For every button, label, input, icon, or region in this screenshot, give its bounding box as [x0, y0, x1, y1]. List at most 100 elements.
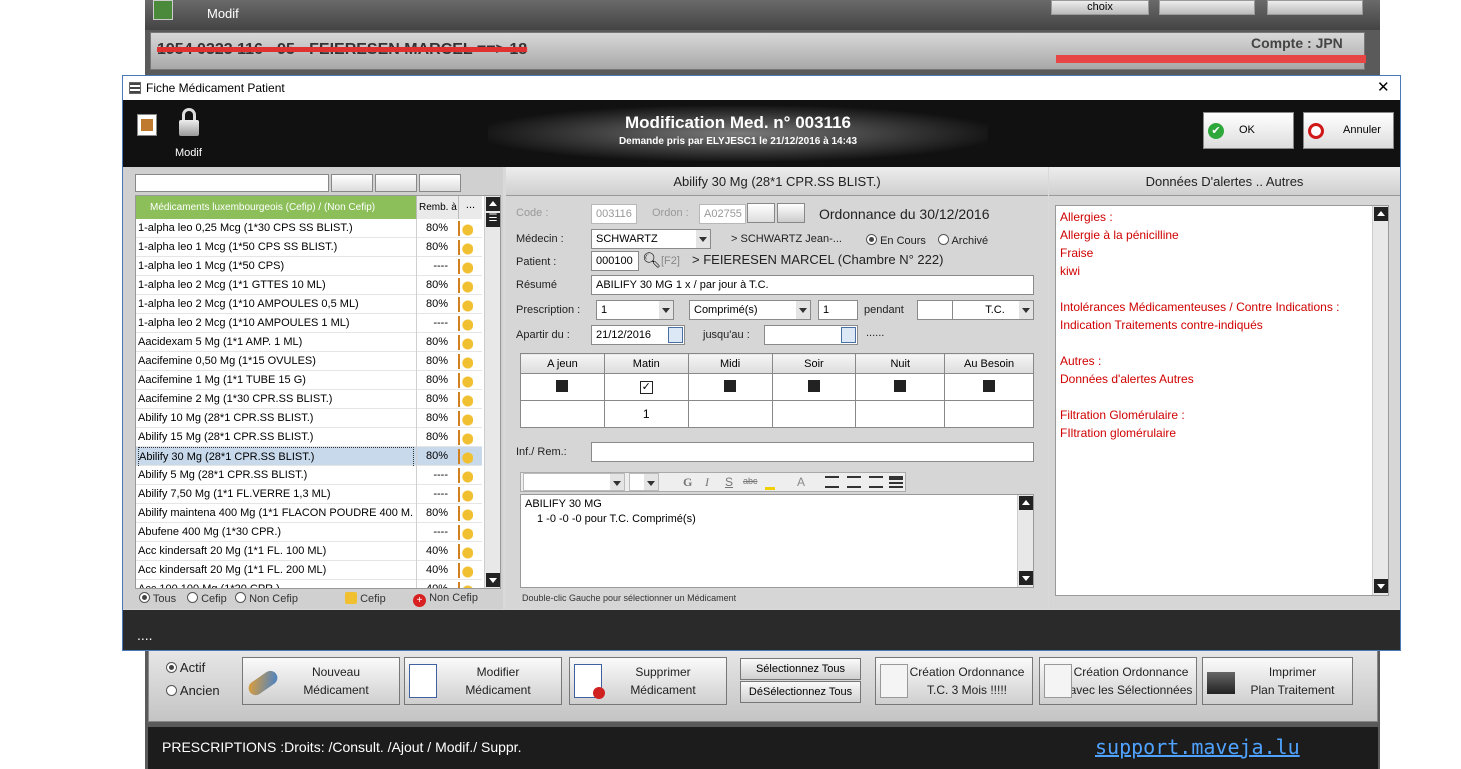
imprimer-plan-button[interactable]: Imprimer Plan Traitement	[1202, 657, 1353, 705]
ordonnance-edit-icon[interactable]	[747, 203, 775, 223]
cefip-icon[interactable]	[458, 525, 473, 540]
cefip-icon[interactable]	[458, 449, 473, 464]
prescription-form-select[interactable]: Comprimé(s)	[689, 300, 811, 320]
font-color-icon[interactable]: A	[797, 475, 805, 489]
cefip-icon[interactable]	[458, 335, 473, 350]
checkbox[interactable]	[983, 379, 996, 392]
filter-cefip-radio[interactable]	[187, 592, 198, 603]
radio-ancien[interactable]: Ancien	[166, 683, 220, 698]
cefip-icon[interactable]	[458, 392, 473, 407]
creation-ordonnance-3mois-button[interactable]: Création Ordonnance T.C. 3 Mois !!!!!	[875, 657, 1033, 705]
drug-row[interactable]: 1-alpha leo 1 Mcg (1*50 CPS) ----	[136, 257, 482, 276]
cefip-icon[interactable]	[458, 354, 473, 369]
delete-drug-icon[interactable]	[419, 174, 461, 192]
scroll-down-icon[interactable]	[1019, 571, 1033, 585]
chevron-down-icon[interactable]	[610, 474, 624, 490]
calendar-icon[interactable]	[841, 327, 856, 343]
drug-search-input[interactable]	[135, 174, 329, 192]
drug-row[interactable]: Acc 100 100 Mg (1*20 CPR.)40%	[136, 580, 482, 588]
radio-ancien-dot[interactable]	[166, 685, 177, 696]
drug-table-header-name[interactable]: Médicaments luxembourgeois (Cefip) / (No…	[136, 196, 416, 219]
drug-table-header-remb[interactable]: Remb. à	[416, 196, 458, 219]
italic-icon[interactable]: I	[705, 475, 709, 490]
creation-ordonnance-selection-button[interactable]: Création Ordonnance avec les Sélectionnée…	[1039, 657, 1197, 705]
drug-row[interactable]: 1-alpha leo 0,25 Mcg (1*30 CPS SS BLIST.…	[136, 219, 482, 238]
drug-table-header-more[interactable]: ...	[458, 196, 482, 219]
support-link[interactable]: support.maveja.lu	[1095, 727, 1300, 767]
cefip-icon[interactable]	[458, 411, 473, 426]
scroll-down-icon[interactable]	[486, 573, 500, 587]
deselect-all-button[interactable]: DéSélectionnez Tous	[740, 681, 861, 703]
inf-rem-field[interactable]	[591, 442, 1034, 462]
drug-row[interactable]: Aacidexam 5 Mg (1*1 AMP. 1 ML) 80%	[136, 333, 482, 352]
schedule-qty-cell[interactable]	[771, 400, 857, 428]
strikethrough-icon[interactable]: abc	[743, 476, 758, 486]
bold-icon[interactable]: G	[683, 475, 692, 490]
prescription-qty-select[interactable]: 1	[596, 300, 674, 320]
drug-row[interactable]: Aacifemine 2 Mg (1*30 CPR.SS BLIST.) 80%	[136, 390, 482, 409]
drug-row[interactable]: 1-alpha leo 2 Mcg (1*10 AMPOULES 1 ML) --…	[136, 314, 482, 333]
modifier-medicament-button[interactable]: Modifier Médicament	[404, 657, 562, 705]
background-ok-button[interactable]	[1159, 0, 1255, 15]
pendant-qty-field[interactable]: 1	[818, 300, 858, 320]
checkbox[interactable]	[556, 379, 569, 392]
background-cancel-button[interactable]	[1267, 0, 1363, 15]
choix-button[interactable]: choix	[1051, 0, 1149, 15]
underline-icon[interactable]: S	[725, 475, 733, 489]
alerts-scrollbar[interactable]	[1372, 206, 1388, 595]
cefip-icon[interactable]	[458, 430, 473, 445]
pendant-unit-select[interactable]: T.C.	[952, 300, 1034, 320]
cefip-icon[interactable]	[458, 240, 473, 255]
radio-actif[interactable]: Actif	[166, 660, 205, 675]
font-size-select[interactable]	[629, 473, 659, 491]
cefip-icon[interactable]	[458, 297, 473, 312]
align-right-icon[interactable]	[869, 476, 883, 488]
justify-icon[interactable]	[889, 476, 903, 488]
ok-button[interactable]: ✔ OK	[1203, 112, 1294, 149]
supprimer-medicament-button[interactable]: Supprimer Médicament	[569, 657, 727, 705]
en-cours-dot[interactable]	[866, 234, 877, 245]
cefip-icon[interactable]	[458, 221, 473, 236]
chevron-down-icon[interactable]	[696, 230, 710, 248]
drug-row[interactable]: Abilify 30 Mg (28*1 CPR.SS BLIST.) 80%	[136, 447, 482, 468]
nouveau-medicament-button[interactable]: Nouveau Médicament	[242, 657, 400, 705]
edit-drug-icon[interactable]	[375, 174, 417, 192]
scroll-down-icon[interactable]	[1374, 579, 1388, 593]
chevron-down-icon[interactable]	[1019, 301, 1033, 319]
filter-non-cefip-radio[interactable]	[235, 592, 246, 603]
drug-row[interactable]: Acc kindersaft 20 Mg (1*1 FL. 100 ML) 40%	[136, 542, 482, 561]
medication-icon[interactable]	[137, 114, 157, 136]
drug-row[interactable]: Abilify maintena 400 Mg (1*1 FLACON POUD…	[136, 504, 482, 523]
cefip-icon[interactable]	[458, 373, 473, 388]
drug-row[interactable]: 1-alpha leo 1 Mcg (1*50 CPS SS BLIST.) 80…	[136, 238, 482, 257]
en-cours-radio[interactable]: En Cours	[866, 234, 926, 247]
drug-row[interactable]: Abilify 7,50 Mg (1*1 FL.VERRE 1,3 ML) ---…	[136, 485, 482, 504]
drug-row[interactable]: Aacifemine 1 Mg (1*1 TUBE 15 G) 80%	[136, 371, 482, 390]
checkbox[interactable]	[807, 379, 820, 392]
drug-list-scrollbar[interactable]: ☰	[484, 196, 500, 588]
annuler-button[interactable]: Annuler	[1303, 112, 1394, 149]
filter-non-cefip[interactable]: Non Cefip	[235, 592, 298, 605]
scroll-up-icon[interactable]	[486, 197, 500, 211]
apartir-date-field[interactable]: 21/12/2016	[591, 325, 685, 345]
drug-row[interactable]: Abilify 10 Mg (28*1 CPR.SS BLIST.) 80%	[136, 409, 482, 428]
cefip-icon[interactable]	[458, 506, 473, 521]
patient-id-field[interactable]: 000100	[591, 251, 639, 271]
schedule-qty-cell[interactable]	[687, 400, 773, 428]
notes-scrollbar[interactable]	[1017, 495, 1033, 587]
align-left-icon[interactable]	[825, 476, 839, 488]
drug-row[interactable]: Abufene 400 Mg (1*30 CPR.) ----	[136, 523, 482, 542]
scanner-icon[interactable]	[777, 203, 805, 223]
scroll-up-icon[interactable]	[1019, 496, 1033, 510]
close-icon[interactable]: ✕	[1377, 76, 1390, 100]
cefip-icon[interactable]	[458, 278, 473, 293]
schedule-qty-cell[interactable]	[520, 400, 605, 428]
scroll-menu-icon[interactable]: ☰	[486, 213, 500, 227]
filter-tous-radio[interactable]	[139, 592, 150, 603]
resume-field[interactable]: ABILIFY 30 MG 1 x / par jour à T.C.	[591, 275, 1034, 295]
cefip-icon[interactable]	[458, 468, 473, 483]
drug-row[interactable]: Aacifemine 0,50 Mg (1*15 OVULES) 80%	[136, 352, 482, 371]
archive-dot[interactable]	[938, 234, 949, 245]
cefip-icon[interactable]	[458, 487, 473, 502]
jusquau-date-field[interactable]	[764, 325, 858, 345]
